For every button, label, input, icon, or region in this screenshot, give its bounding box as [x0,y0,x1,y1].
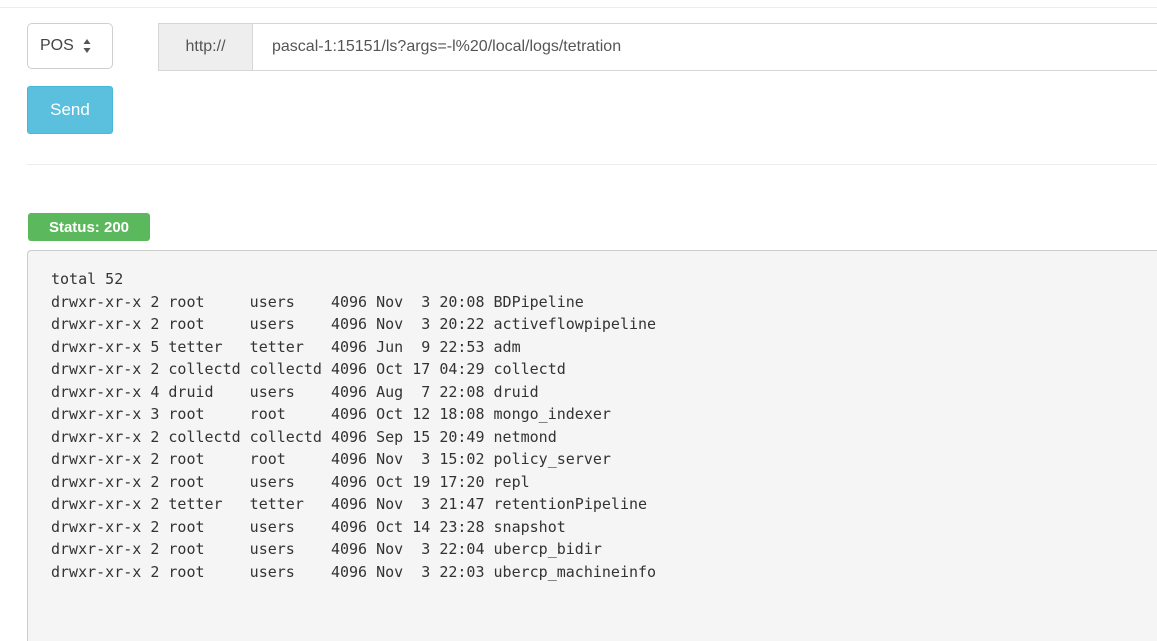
response-line: drwxr-xr-x 2 tetter tetter 4096 Nov 3 21… [51,495,648,513]
response-line: total 52 [51,270,124,288]
response-line: drwxr-xr-x 5 tetter tetter 4096 Jun 9 22… [51,337,521,356]
response-line: drwxr-xr-x 3 root root 4096 Oct 12 18:08… [51,405,611,423]
response-line: drwxr-xr-x 2 root users 4096 Oct 14 23:2… [51,517,566,536]
response-line: drwxr-xr-x 2 root users 4096 Nov 3 20:08… [51,292,584,311]
response-text: total 52 drwxr-xr-x 2 root users 4096 No… [51,268,1157,583]
method-select-value: POS [40,37,74,54]
response-line: drwxr-xr-x 2 collectd collectd 4096 Oct … [51,360,566,378]
status-badge: Status: 200 [28,213,150,241]
select-arrows-icon [83,39,91,53]
method-select[interactable]: POS [27,23,113,69]
send-button[interactable]: Send [27,86,113,134]
response-output: total 52 drwxr-xr-x 2 root users 4096 No… [27,250,1157,641]
section-divider [27,164,1157,165]
response-line: drwxr-xr-x 2 root users 4096 Oct 19 17:2… [51,472,530,491]
response-line: drwxr-xr-x 4 druid users 4096 Aug 7 22:0… [51,382,539,401]
url-input[interactable] [253,24,1157,70]
response-line: drwxr-xr-x 2 root users 4096 Nov 3 20:22… [51,315,657,333]
url-prefix-addon: http:// [159,24,253,70]
response-line: drwxr-xr-x 2 root users 4096 Nov 3 22:03… [51,562,657,581]
top-divider [0,7,1157,8]
response-line: drwxr-xr-x 2 collectd collectd 4096 Sep … [51,427,557,446]
response-line: drwxr-xr-x 2 root root 4096 Nov 3 15:02 … [51,450,611,468]
url-input-group: http:// [158,23,1157,71]
response-line: drwxr-xr-x 2 root users 4096 Nov 3 22:04… [51,540,602,558]
